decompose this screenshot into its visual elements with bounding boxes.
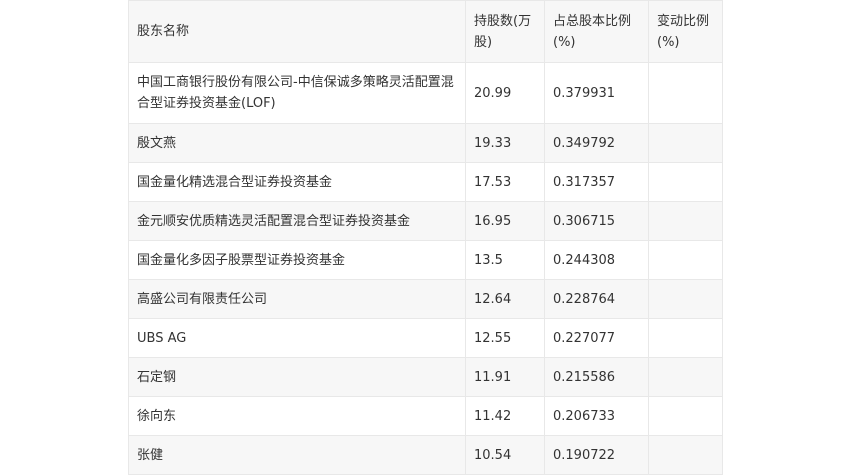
table-row: 金元顺安优质精选灵活配置混合型证券投资基金 16.95 0.306715 [128, 201, 723, 241]
table-row: 国金量化多因子股票型证券投资基金 13.5 0.244308 [128, 240, 723, 280]
cell-ratio: 0.215586 [544, 357, 649, 397]
header-ratio: 占总股本比例(%) [544, 0, 649, 63]
cell-ratio: 0.244308 [544, 240, 649, 280]
shareholder-table: 股东名称 持股数(万股) 占总股本比例(%) 变动比例(%) 中国工商银行股份有… [128, 0, 723, 475]
cell-shareholder-name: 金元顺安优质精选灵活配置混合型证券投资基金 [128, 201, 466, 241]
cell-shares: 11.91 [465, 357, 545, 397]
cell-shareholder-name: 张健 [128, 435, 466, 475]
header-change: 变动比例(%) [648, 0, 723, 63]
table-row: 张健 10.54 0.190722 [128, 435, 723, 475]
cell-shareholder-name: 国金量化精选混合型证券投资基金 [128, 162, 466, 202]
cell-shareholder-name: 国金量化多因子股票型证券投资基金 [128, 240, 466, 280]
cell-shareholder-name: 殷文燕 [128, 123, 466, 163]
cell-shares: 12.64 [465, 279, 545, 319]
cell-shareholder-name: 中国工商银行股份有限公司-中信保诚多策略灵活配置混合型证券投资基金(LOF) [128, 62, 466, 124]
table-row: 中国工商银行股份有限公司-中信保诚多策略灵活配置混合型证券投资基金(LOF) 2… [128, 62, 723, 124]
cell-ratio: 0.228764 [544, 279, 649, 319]
cell-shareholder-name: 高盛公司有限责任公司 [128, 279, 466, 319]
cell-shares: 17.53 [465, 162, 545, 202]
cell-shares: 19.33 [465, 123, 545, 163]
shareholder-table-container: 股东名称 持股数(万股) 占总股本比例(%) 变动比例(%) 中国工商银行股份有… [128, 0, 723, 475]
cell-shares: 20.99 [465, 62, 545, 124]
table-row: 殷文燕 19.33 0.349792 [128, 123, 723, 163]
table-row: UBS AG 12.55 0.227077 [128, 318, 723, 358]
table-body: 中国工商银行股份有限公司-中信保诚多策略灵活配置混合型证券投资基金(LOF) 2… [128, 62, 723, 475]
cell-shares: 10.54 [465, 435, 545, 475]
cell-ratio: 0.379931 [544, 62, 649, 124]
cell-shareholder-name: UBS AG [128, 318, 466, 358]
cell-change [648, 435, 723, 475]
cell-shareholder-name: 徐向东 [128, 396, 466, 436]
cell-change [648, 357, 723, 397]
cell-ratio: 0.306715 [544, 201, 649, 241]
header-shareholder-name: 股东名称 [128, 0, 466, 63]
cell-change [648, 240, 723, 280]
header-row: 股东名称 持股数(万股) 占总股本比例(%) 变动比例(%) [128, 0, 723, 63]
cell-ratio: 0.190722 [544, 435, 649, 475]
header-shares: 持股数(万股) [465, 0, 545, 63]
cell-ratio: 0.206733 [544, 396, 649, 436]
table-row: 国金量化精选混合型证券投资基金 17.53 0.317357 [128, 162, 723, 202]
cell-change [648, 396, 723, 436]
table-row: 徐向东 11.42 0.206733 [128, 396, 723, 436]
cell-change [648, 201, 723, 241]
cell-shares: 11.42 [465, 396, 545, 436]
cell-shares: 12.55 [465, 318, 545, 358]
cell-change [648, 123, 723, 163]
cell-ratio: 0.227077 [544, 318, 649, 358]
cell-shares: 13.5 [465, 240, 545, 280]
cell-shares: 16.95 [465, 201, 545, 241]
table-header: 股东名称 持股数(万股) 占总股本比例(%) 变动比例(%) [128, 0, 723, 63]
table-row: 石定钢 11.91 0.215586 [128, 357, 723, 397]
cell-change [648, 279, 723, 319]
cell-ratio: 0.317357 [544, 162, 649, 202]
cell-change [648, 318, 723, 358]
cell-ratio: 0.349792 [544, 123, 649, 163]
cell-change [648, 162, 723, 202]
table-row: 高盛公司有限责任公司 12.64 0.228764 [128, 279, 723, 319]
cell-change [648, 62, 723, 124]
cell-shareholder-name: 石定钢 [128, 357, 466, 397]
